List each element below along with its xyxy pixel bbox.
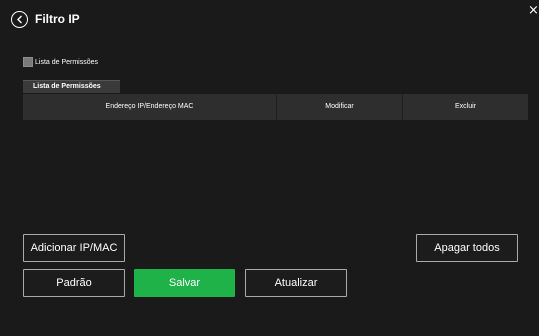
chevron-left-icon — [16, 15, 22, 24]
add-ip-mac-button[interactable]: Adicionar IP/MAC — [23, 234, 125, 262]
back-button[interactable] — [11, 11, 28, 28]
tab-permissions-list[interactable]: Lista de Permissões — [23, 80, 120, 93]
column-header-delete: Excluir — [402, 94, 528, 120]
permissions-list-checkbox-label: Lista de Permissões — [35, 59, 99, 66]
column-header-modify: Modificar — [276, 94, 402, 120]
permissions-list-checkbox[interactable] — [23, 57, 33, 67]
clear-all-button[interactable]: Apagar todos — [416, 234, 518, 262]
page-title: Filtro IP — [35, 12, 80, 26]
table-body — [23, 120, 528, 230]
column-header-address: Endereço IP/Endereço MAC — [105, 103, 194, 110]
close-icon[interactable]: × — [528, 4, 539, 17]
default-button[interactable]: Padrão — [23, 269, 125, 297]
ip-filter-panel: Filtro IP × Lista de Permissões Lista de… — [0, 0, 539, 336]
table-header: Endereço IP/Endereço MAC Modificar Exclu… — [23, 94, 528, 120]
refresh-button[interactable]: Atualizar — [245, 269, 347, 297]
save-button[interactable]: Salvar — [134, 269, 235, 297]
